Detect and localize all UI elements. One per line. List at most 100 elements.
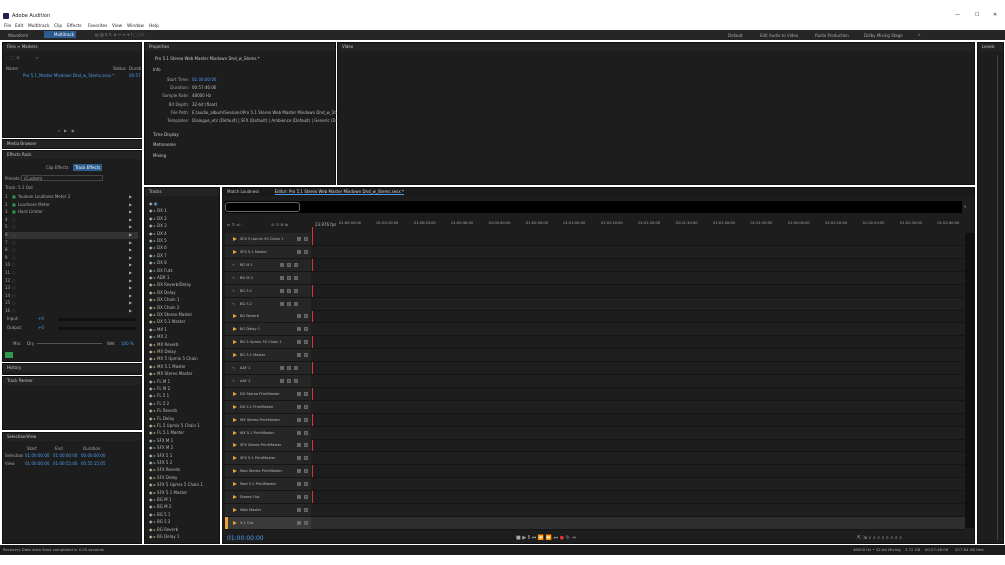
track-solo-button[interactable]: S (304, 456, 308, 461)
levels-title[interactable]: Levels (978, 43, 1003, 51)
effect-power-icon[interactable]: ○ (12, 262, 16, 267)
effect-power-icon[interactable]: ○ (12, 293, 16, 298)
menu-edit[interactable]: Edit (15, 24, 23, 29)
track-lane[interactable]: SFX 5 Upmix 5S Chain 1 MS (225, 233, 965, 246)
track-header[interactable]: Mod 5.1 PrintMaster M S (225, 478, 311, 491)
track-list-item[interactable]: ◉ ▸ FL 5 2 (149, 401, 169, 406)
track-mute-button[interactable]: M (280, 275, 284, 280)
track-list-item[interactable]: ◉ ▸ SFX Reverb (149, 467, 180, 472)
track-list-item[interactable]: ◉ ▸ BG M 1 (149, 497, 171, 502)
track-header[interactable]: ∿ AAF 2 MSR (225, 374, 311, 387)
track-list-item[interactable]: ◉ ▸ ADR 1 (149, 275, 169, 280)
track-record-button[interactable]: R (294, 275, 298, 280)
track-effects-tab[interactable]: Track Effects (73, 164, 103, 171)
track-list-item[interactable]: ◉ ▸ DX Chain 1 (149, 297, 179, 302)
track-lane-name[interactable]: SFX 5 Upmix 5S Chain 1 (240, 237, 283, 241)
track-header[interactable]: ∿ BG M 2 MSR (225, 271, 311, 284)
track-mute-button[interactable]: M (280, 262, 284, 267)
sel-start[interactable]: 01:00:00:00 (25, 453, 49, 458)
track-mute-button[interactable]: M (297, 469, 301, 474)
track-lane[interactable]: DX Stereo PrintMaster M S (225, 387, 965, 401)
track-lane[interactable]: SFX Stereo PrintMaster M S (225, 439, 965, 453)
input-value[interactable]: +0 (38, 316, 44, 321)
track-solo-button[interactable]: S (304, 340, 308, 345)
track-list-item[interactable]: ◉ ▸ MX 2 (149, 334, 167, 339)
track-header[interactable]: ∿ BG M 1 MSR (225, 258, 311, 271)
track-header[interactable]: SFX Stereo PrintMaster M S (225, 439, 311, 452)
menu-clip[interactable]: Clip (54, 24, 62, 29)
effect-menu-icon[interactable]: ▶ (129, 285, 132, 290)
output-value[interactable]: +0 (38, 325, 44, 330)
match-loudness-tab[interactable]: Match Loudness (227, 189, 259, 194)
zoom-navigator-icon[interactable]: ⌖ (964, 204, 966, 209)
track-solo-button[interactable]: S (287, 301, 291, 306)
track-header[interactable]: Mod Stereo PrintMaster M S (225, 465, 311, 478)
info-value[interactable]: 01:00:00:00 (192, 77, 216, 82)
track-lane-name[interactable]: BG M 2 (240, 276, 253, 280)
metronome-section[interactable]: Metronome (153, 142, 176, 147)
track-mute-button[interactable]: M (297, 495, 301, 499)
track-header[interactable]: SFX 5 Upmix 5S Chain 1 MS (225, 233, 311, 245)
effect-menu-icon[interactable]: ▶ (129, 224, 132, 229)
track-lane[interactable]: Mod 5.1 PrintMaster M S (225, 478, 965, 492)
track-list-item[interactable]: ◉ ▸ FL 5.1 Master (149, 430, 184, 435)
track-lane-name[interactable]: Stereo Out (240, 495, 259, 499)
track-list-item[interactable]: ◉ ▸ FL Reverb (149, 408, 177, 413)
maximize-icon[interactable]: ☐ (975, 12, 979, 18)
track-mute-button[interactable]: M (297, 456, 301, 461)
track-lane[interactable]: ∿ BG 5.2 M S R (225, 297, 965, 311)
effects-rack-title[interactable]: Effects Rack (3, 151, 141, 159)
track-mute-button[interactable]: M (297, 520, 301, 525)
track-lane-name[interactable]: BG M 1 (240, 263, 253, 267)
track-list-item[interactable]: ◉ ▸ DX 6 (149, 245, 167, 250)
track-solo-button[interactable]: S (287, 378, 291, 383)
presets-dropdown[interactable]: (Custom) (21, 175, 103, 181)
effect-power-icon[interactable]: ○ (12, 247, 16, 252)
track-lane[interactable]: SFX 5.1 PrintMaster M S (225, 452, 965, 466)
effect-power-icon[interactable]: ○ (12, 308, 16, 313)
track-lane-name[interactable]: Mod Stereo PrintMaster (240, 469, 282, 473)
track-mute-button[interactable]: M (280, 366, 284, 370)
zoom-controls[interactable]: ⇱ ⇲ ⌕ ⌕ ⌕ ⌕ ⌕ ⌕ ⌕ ⌕ (857, 535, 902, 541)
track-record-button[interactable]: R (294, 262, 298, 267)
selection-view-title[interactable]: Selection/View (3, 433, 141, 441)
effect-menu-icon[interactable]: ▶ (129, 202, 132, 207)
track-solo-button[interactable]: S (304, 417, 308, 422)
effect-slot[interactable]: 6 ○ ▶ (5, 232, 138, 239)
track-solo-button[interactable]: S (304, 443, 308, 448)
col-name[interactable]: Name (6, 66, 18, 71)
transport-controls[interactable]: ■ ▶ Ⅱ ⏮ ⏪ ⏩ ⏭ ● ↻ ⇥ (516, 535, 576, 541)
track-solo-button[interactable]: S (304, 353, 308, 358)
effect-power-icon[interactable]: ■ (12, 209, 16, 214)
mix-percent[interactable]: 100 % (121, 341, 134, 346)
view-end[interactable]: 01:00:55:00 (53, 461, 77, 466)
track-mute-button[interactable]: M (297, 482, 301, 487)
time-display-section[interactable]: Time Display (153, 132, 179, 137)
effect-menu-icon[interactable]: ▶ (129, 247, 132, 252)
workspace-radio[interactable]: Radio Production (815, 33, 849, 38)
track-lane-name[interactable]: BG Delay 1 (240, 327, 260, 331)
effect-power-icon[interactable]: ■ (12, 202, 16, 207)
track-lane[interactable]: 5.1 Out M S (225, 516, 965, 530)
waveform-tab[interactable]: Waveform (8, 33, 28, 38)
sel-end[interactable]: 01:00:00:00 (53, 453, 77, 458)
track-solo-button[interactable]: S (287, 366, 291, 370)
effect-menu-icon[interactable]: ▶ (129, 308, 132, 313)
close-icon[interactable]: ✕ (993, 12, 997, 18)
effect-menu-icon[interactable]: ▶ (129, 278, 132, 283)
track-lane[interactable]: MX 5.1 PrintMaster M S (225, 426, 965, 440)
effect-menu-icon[interactable]: ▶ (129, 217, 132, 222)
track-solo-button[interactable]: S (287, 288, 291, 293)
track-solo-button[interactable]: S (304, 237, 308, 241)
track-mute-button[interactable]: M (297, 430, 301, 435)
effect-menu-icon[interactable]: ▶ (129, 194, 132, 199)
track-list-item[interactable]: ◉ ▸ DX 3 (149, 223, 167, 228)
track-solo-button[interactable]: S (304, 430, 308, 435)
track-list-item[interactable]: ◉ ▸ SFX 5 2 (149, 460, 172, 465)
track-lane-name[interactable]: SFX 5.1 Master (240, 250, 267, 254)
track-list-item[interactable]: ◉ ▸ FL 5 1 (149, 393, 169, 398)
effect-slot[interactable]: 7 ○ ▶ (5, 240, 138, 247)
track-mute-button[interactable]: M (297, 507, 301, 512)
effect-slot[interactable]: 4 ○ ▶ (5, 217, 138, 224)
track-solo-button[interactable]: S (304, 482, 308, 487)
